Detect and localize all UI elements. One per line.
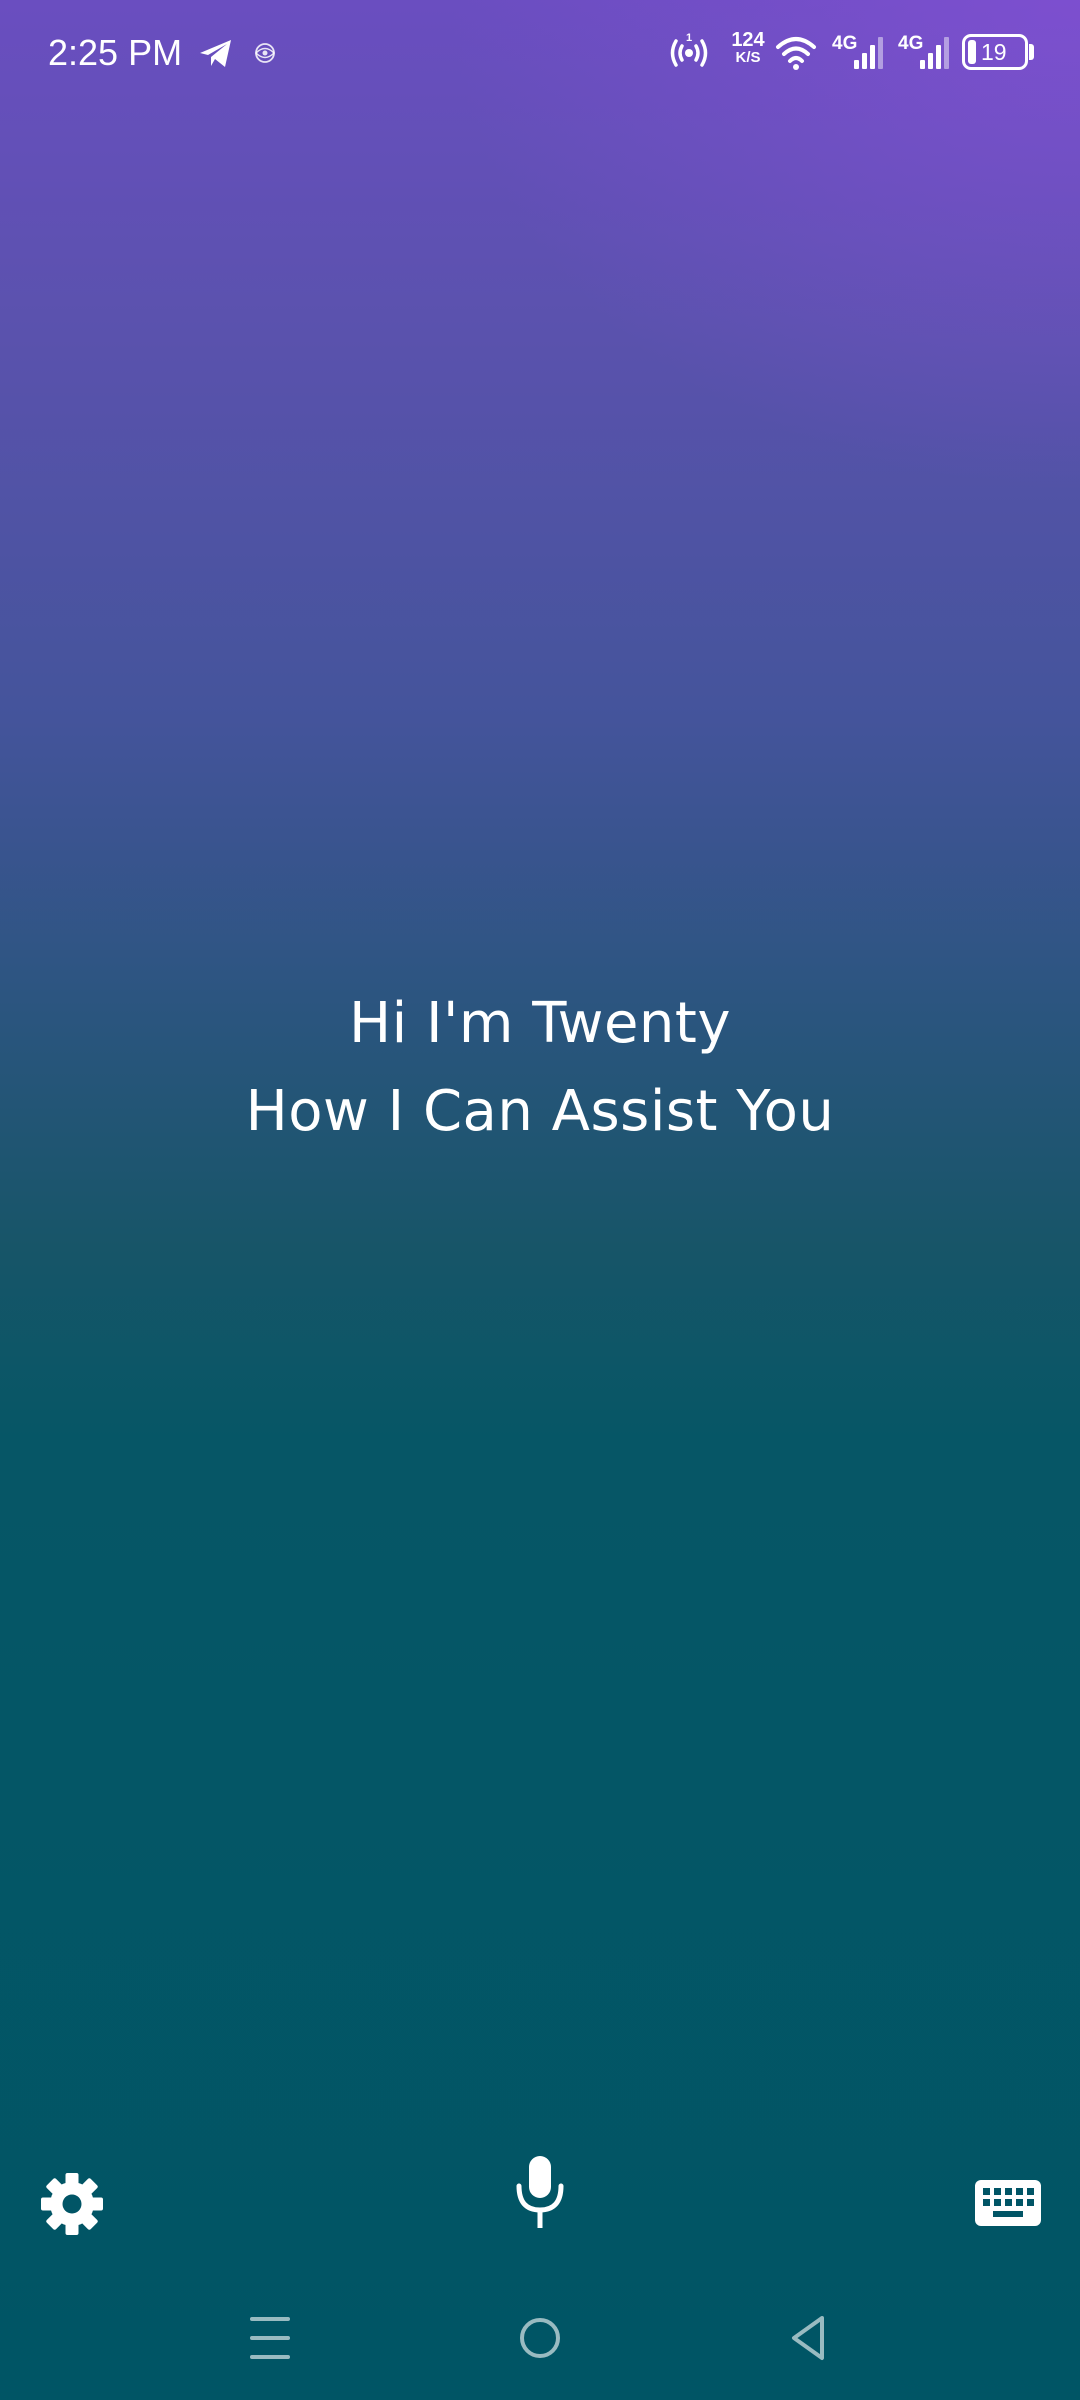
wifi-icon <box>774 34 818 76</box>
battery-icon: 19 <box>962 34 1028 70</box>
home-button[interactable] <box>516 2308 564 2368</box>
net-speed-unit: K/S <box>735 49 761 66</box>
gear-icon <box>41 2173 103 2235</box>
recents-button[interactable] <box>248 2308 292 2368</box>
menu-icon <box>250 2317 290 2359</box>
battery-tip <box>1029 44 1034 60</box>
settings-button[interactable] <box>36 2168 108 2240</box>
net-speed: 124 K/S <box>726 30 770 66</box>
greeting-line-1: Hi I'm Twenty <box>348 991 731 1056</box>
signal-icon <box>852 34 888 74</box>
back-icon <box>792 2316 824 2360</box>
keyboard-button[interactable] <box>974 2178 1042 2228</box>
status-time: 2:25 PM <box>48 32 183 73</box>
telegram-icon <box>198 38 234 74</box>
keyboard-icon <box>975 2180 1041 2226</box>
greeting-line-2: How I Can Assist You <box>245 1079 835 1144</box>
hotspot-icon: 1 <box>666 32 712 78</box>
back-button[interactable] <box>786 2308 830 2368</box>
app-notification-icon <box>250 38 280 72</box>
hotspot-badge: 1 <box>686 32 692 44</box>
signal-icon <box>918 34 954 74</box>
microphone-icon <box>516 2156 564 2228</box>
microphone-button[interactable] <box>505 2150 575 2250</box>
battery-level: 19 <box>981 39 1007 65</box>
greeting: Hi I'm Twenty How I Can Assist You <box>0 980 1080 1156</box>
status-bar: 2:25 PM 1 124 K/S 4G 4G 19 <box>0 0 1080 110</box>
battery-fill <box>968 40 976 64</box>
home-icon <box>520 2318 560 2358</box>
net-speed-value: 124 <box>731 29 765 51</box>
